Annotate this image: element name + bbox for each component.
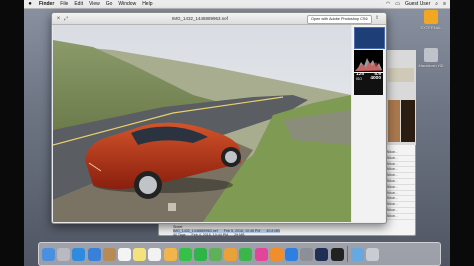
open-with-button[interactable]: Open with Adobe Photoshop CS6: [307, 15, 372, 24]
notes-icon[interactable]: [133, 247, 147, 261]
contacts-icon[interactable]: [102, 247, 116, 261]
finder-icon[interactable]: [42, 247, 55, 261]
preview-thumbnail[interactable]: [401, 100, 415, 142]
search-icon[interactable]: ⌕: [435, 1, 438, 7]
photoshop-icon[interactable]: [315, 247, 329, 261]
mail-icon[interactable]: [87, 247, 101, 261]
trash-icon[interactable]: [366, 247, 380, 261]
menu-go[interactable]: Go: [106, 1, 113, 7]
menu-bar: ● Finder File Edit View Go Window Help ◠…: [24, 0, 450, 9]
menu-window[interactable]: Window: [118, 1, 136, 7]
preview-thumbnail[interactable]: [388, 100, 400, 142]
menu-edit[interactable]: Edit: [74, 1, 83, 7]
dock: [38, 242, 441, 266]
desktop-icon-external[interactable]: EXTERNAL: [416, 10, 446, 30]
menu-view[interactable]: View: [89, 1, 100, 7]
share-icon[interactable]: ⇪: [375, 15, 379, 21]
desktop-icon-macintosh-hd[interactable]: Macintosh HD: [416, 48, 446, 68]
drive-icon: [424, 10, 438, 24]
histogram: [354, 50, 383, 72]
folder-icon[interactable]: [350, 247, 364, 261]
finder-side-list: Nikon... Nikon... Nikon... Nikon... Niko…: [385, 150, 415, 220]
user-menu[interactable]: Guest User: [405, 1, 430, 7]
preview-thumbnail[interactable]: [388, 68, 414, 82]
table-row[interactable]: All Tags Feb 4, 2016, 10:44 PM 29 MB: [173, 233, 280, 237]
iso-value: 4000: [370, 76, 381, 82]
file-date: Feb 4, 2016, 10:44 PM: [191, 233, 229, 237]
letterbox-right: [450, 0, 474, 266]
facetime-icon[interactable]: [193, 247, 207, 261]
file-size: 29 MB: [234, 233, 245, 237]
appstore-icon[interactable]: [285, 247, 298, 261]
notification-icon[interactable]: ≡: [443, 1, 446, 7]
desktop-icon-label: Macintosh HD: [418, 63, 444, 68]
messages-icon[interactable]: [178, 247, 192, 261]
histogram-graph: [355, 58, 382, 71]
photos-icon[interactable]: [163, 247, 177, 261]
calendar-icon[interactable]: [117, 247, 131, 261]
safari-icon[interactable]: [72, 247, 86, 261]
photo-preview: [53, 25, 351, 222]
exif-panel: 125 5.6 ISO 4000: [354, 72, 383, 95]
numbers-icon[interactable]: [239, 247, 253, 261]
pages-icon[interactable]: [224, 247, 238, 261]
dock-separator: [346, 246, 348, 262]
preferences-icon[interactable]: [300, 247, 314, 261]
fullscreen-icon[interactable]: ⤢: [64, 16, 68, 22]
car-thumbnail[interactable]: [354, 27, 385, 49]
launchpad-icon[interactable]: [57, 247, 71, 261]
car-photo-image: [53, 25, 351, 222]
list-item[interactable]: Nikon...: [385, 214, 415, 220]
menu-finder[interactable]: Finder: [39, 1, 54, 7]
reminders-icon[interactable]: [148, 247, 162, 261]
ibooks-icon[interactable]: [269, 247, 283, 261]
iso-label: ISO: [356, 77, 362, 82]
maps-icon[interactable]: [209, 247, 223, 261]
letterbox-left: [0, 0, 24, 266]
file-name: All Tags: [173, 233, 186, 237]
file-size: 40.8 MB: [266, 229, 280, 233]
apple-menu-icon[interactable]: ●: [27, 1, 33, 7]
quicklook-window: × ⤢ IMG_1432_1448889963.nef Open with Ad…: [51, 12, 387, 224]
hard-disk-icon: [424, 48, 438, 62]
quicklook-filename: IMG_1432_1448889963.nef: [172, 16, 229, 21]
terminal-icon[interactable]: [330, 247, 344, 261]
desktop-icon-label: EXTERNAL: [420, 25, 442, 30]
wifi-icon[interactable]: ◠: [386, 1, 390, 7]
finder-file-list: Sheet IMG_1432_1448889963.nef Feb 5, 201…: [173, 225, 280, 237]
menu-file[interactable]: File: [60, 1, 68, 7]
quicklook-sidebar: 125 5.6 ISO 4000: [352, 25, 385, 222]
itunes-icon[interactable]: [254, 247, 268, 261]
quicklook-titlebar: × ⤢ IMG_1432_1448889963.nef Open with Ad…: [52, 13, 386, 25]
menu-help[interactable]: Help: [142, 1, 152, 7]
battery-icon[interactable]: ▭: [395, 1, 400, 7]
close-icon[interactable]: ×: [55, 16, 62, 22]
finder-preview-column: [385, 50, 416, 145]
